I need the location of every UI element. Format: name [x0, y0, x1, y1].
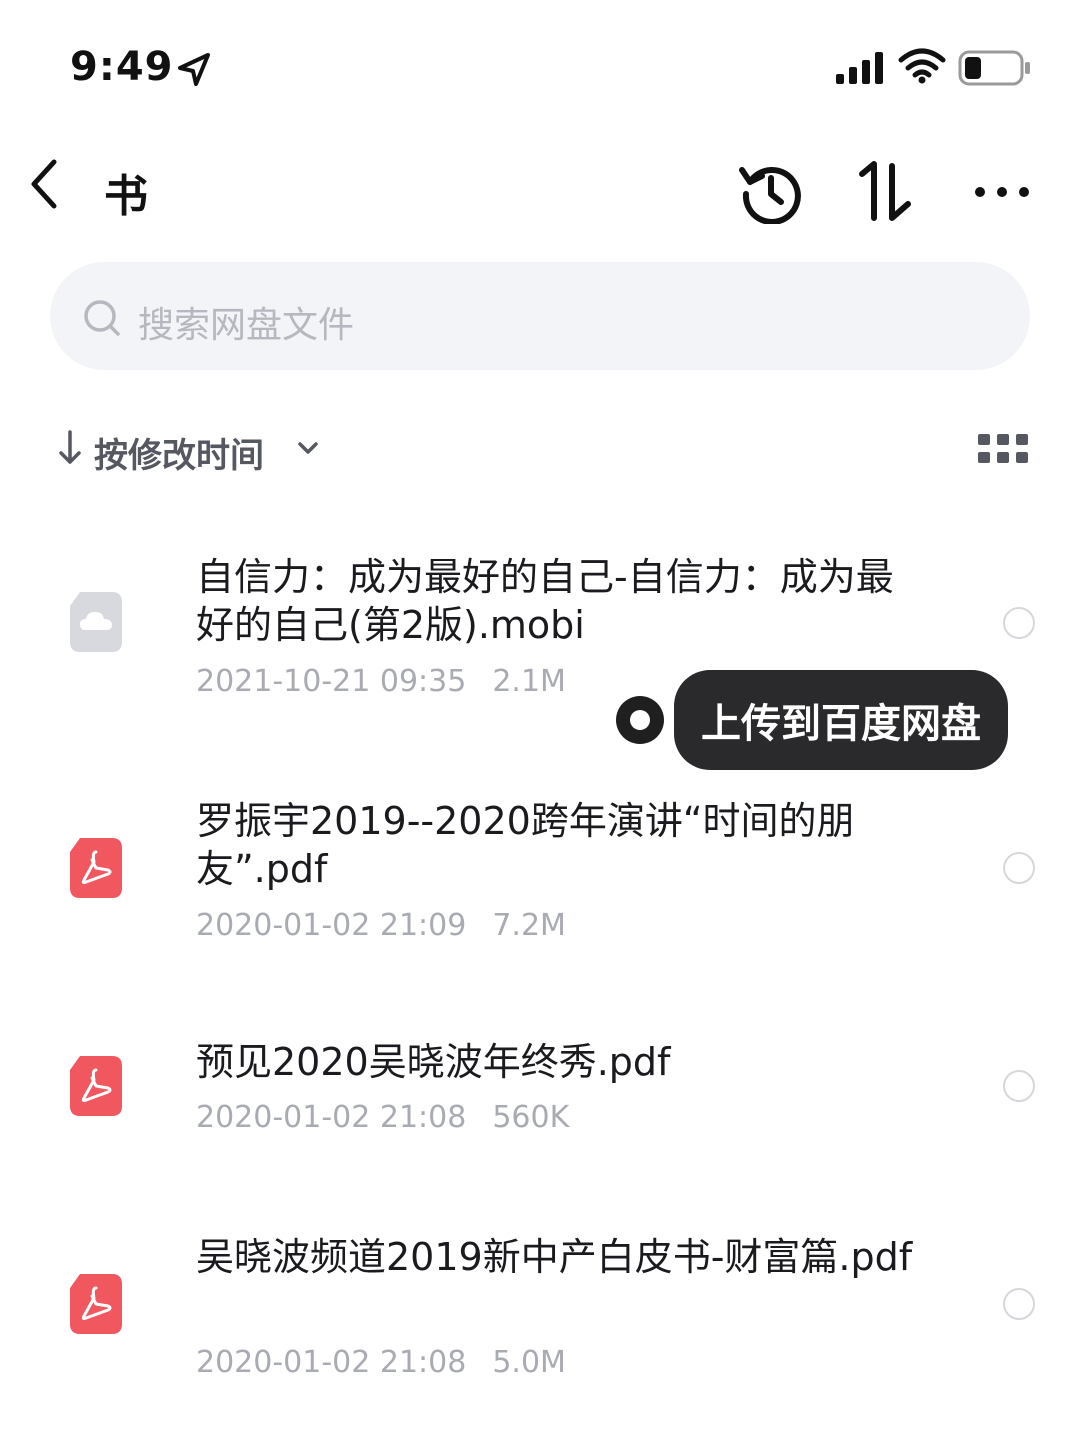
sort-order-button[interactable] — [856, 160, 916, 224]
cellular-signal-icon — [836, 52, 886, 88]
pdf-file-icon — [70, 1274, 122, 1334]
grid-view-button[interactable] — [978, 434, 1028, 464]
arrow-down-icon — [58, 430, 82, 470]
upload-indicator-icon — [616, 696, 664, 744]
back-button[interactable] — [22, 154, 74, 214]
grid-icon — [978, 434, 1028, 463]
file-date: 2020-01-02 21:09 — [196, 908, 467, 943]
status-time: 9:49 — [70, 44, 174, 90]
search-icon — [82, 298, 122, 342]
history-button[interactable] — [738, 160, 802, 225]
file-meta: 2020-01-02 21:08 5.0M — [196, 1345, 566, 1380]
pdf-file-icon — [70, 838, 122, 898]
file-meta: 2020-01-02 21:08 560K — [196, 1100, 569, 1135]
file-date: 2020-01-02 21:08 — [196, 1100, 467, 1135]
file-size: 7.2M — [492, 908, 566, 943]
file-size: 560K — [492, 1100, 570, 1135]
select-checkbox[interactable] — [1003, 607, 1035, 639]
file-meta: 2021-10-21 09:35 2.1M — [196, 664, 566, 699]
pdf-file-icon — [70, 1056, 122, 1116]
select-checkbox[interactable] — [1003, 852, 1035, 884]
file-name: 预见2020吴晓波年终秀.pdf — [196, 1040, 671, 1084]
select-checkbox[interactable] — [1003, 1288, 1035, 1320]
location-arrow-icon — [176, 52, 212, 92]
sort-arrows-icon — [859, 161, 911, 221]
file-meta: 2020-01-02 21:09 7.2M — [196, 908, 566, 943]
battery-icon — [958, 50, 1032, 90]
more-options-button[interactable] — [972, 172, 1032, 212]
file-size: 2.1M — [492, 664, 566, 699]
history-icon — [739, 166, 801, 225]
file-date: 2020-01-02 21:08 — [196, 1345, 467, 1380]
file-name: 罗振宇2019--2020跨年演讲“时间的朋友”.pdf — [196, 799, 855, 891]
file-name: 吴晓波频道2019新中产白皮书-财富篇.pdf — [196, 1235, 913, 1279]
file-date: 2021-10-21 09:35 — [196, 664, 467, 699]
upload-to-baidu-button[interactable]: 上传到百度网盘 — [674, 670, 1008, 770]
search-placeholder: 搜索网盘文件 — [138, 305, 355, 346]
chevron-down-icon[interactable] — [296, 440, 320, 460]
file-size: 5.0M — [492, 1345, 566, 1380]
page-title: 书 — [104, 171, 148, 222]
cloud-file-icon — [70, 592, 122, 652]
chevron-left-icon — [31, 159, 57, 209]
select-checkbox[interactable] — [1003, 1070, 1035, 1102]
more-dots-icon — [975, 187, 1029, 197]
wifi-icon — [898, 48, 946, 88]
file-name: 自信力：成为最好的自己-自信力：成为最好的自己(第2版).mobi — [196, 555, 894, 647]
sort-by-dropdown[interactable]: 按修改时间 — [94, 428, 264, 477]
